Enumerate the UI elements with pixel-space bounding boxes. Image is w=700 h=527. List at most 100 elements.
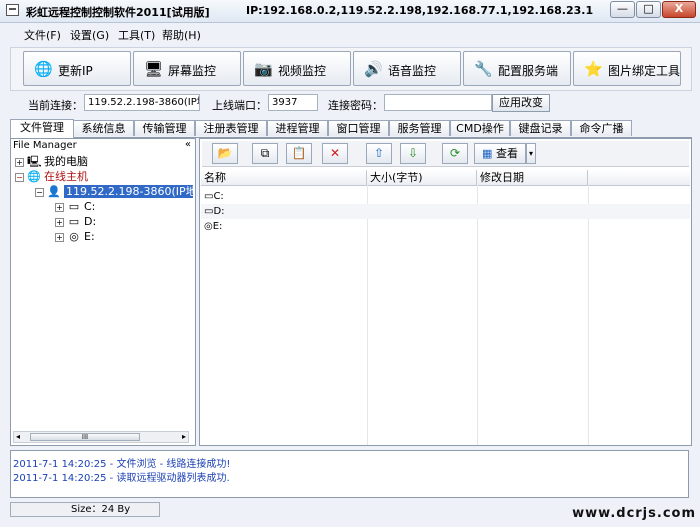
globe-icon: 🌐: [34, 60, 53, 78]
file-name: ▭D:: [204, 204, 225, 219]
video-monitor-button[interactable]: 📷 视频监控: [243, 51, 351, 86]
config-server-label: 配置服务端: [498, 64, 559, 78]
tree-host-label: 119.52.2.198-3860(IP地址: [64, 185, 193, 198]
tree-label: 在线主机: [44, 170, 88, 183]
file-row-d[interactable]: ▭D:: [201, 204, 690, 219]
file-toolbar: 📂 ⧉ 📋 ✕ ⇧ ⇩ ⟳ ▦ 查看 ▾: [202, 141, 689, 167]
screen-monitor-button[interactable]: 🖥 屏幕监控: [133, 51, 241, 86]
log-line: 2011-7-1 14:20:25 - 读取远程驱动器列表成功.: [13, 473, 230, 484]
status-size: Size：24 By: [10, 502, 160, 517]
file-row-e[interactable]: ◎E:: [201, 219, 690, 234]
apply-changes-button[interactable]: 应用改变: [492, 94, 550, 112]
tree-label: E:: [84, 230, 95, 243]
update-ip-label: 更新IP: [58, 64, 93, 78]
column-size[interactable]: 大小(字节): [367, 170, 477, 185]
main-toolbar: 🌐 更新IP 🖥 屏幕监控 📷 视频监控 🔊 语音监控 🔧 配置服务端 ⭐ 图片…: [10, 47, 692, 91]
copy-button[interactable]: ⧉: [252, 143, 278, 164]
column-name[interactable]: 名称: [201, 170, 367, 185]
upload-icon: ⇧: [373, 146, 385, 160]
tree-my-computer[interactable]: + 🖳 我的电脑: [15, 155, 88, 169]
minimize-button[interactable]: —: [610, 1, 635, 18]
view-label: 查看: [495, 147, 518, 160]
collapse-pane-icon[interactable]: «: [185, 139, 191, 150]
connection-password-field[interactable]: [384, 94, 492, 111]
current-connection-field[interactable]: 119.52.2.198-3860(IP地址: [84, 94, 200, 111]
tab-cmd[interactable]: CMD操作: [450, 120, 510, 136]
update-ip-button[interactable]: 🌐 更新IP: [23, 51, 131, 86]
tree-header: File Manager: [13, 140, 77, 151]
title-bar[interactable]: 彩虹远程控制控制软件2011[试用版] IP:192.168.0.2,119.5…: [0, 0, 700, 23]
menu-settings[interactable]: 设置(G): [70, 27, 109, 43]
file-name: ▭C:: [204, 189, 224, 204]
expand-icon[interactable]: +: [55, 202, 64, 212]
tab-keylogger[interactable]: 键盘记录: [510, 120, 571, 136]
image-bind-tool-button[interactable]: ⭐ 图片绑定工具: [573, 51, 681, 86]
scroll-right-icon[interactable]: ▸: [182, 432, 186, 442]
tools-icon: 🔧: [474, 60, 493, 78]
menu-tools[interactable]: 工具(T): [118, 27, 155, 43]
tab-system-info[interactable]: 系统信息: [73, 120, 134, 136]
image-tool-icon: ⭐: [584, 60, 603, 78]
tree-label: D:: [84, 215, 97, 228]
folder-up-button[interactable]: 📂: [212, 143, 238, 164]
paste-button[interactable]: 📋: [286, 143, 312, 164]
menu-help[interactable]: 帮助(H): [162, 27, 201, 43]
menu-file[interactable]: 文件(F): [24, 27, 61, 43]
tree-horizontal-scrollbar[interactable]: ◂ III ▸: [13, 431, 189, 443]
view-dropdown-button[interactable]: ▾: [526, 143, 536, 164]
tab-window-manager[interactable]: 窗口管理: [328, 120, 389, 136]
tab-process-manager[interactable]: 进程管理: [267, 120, 328, 136]
tab-service-manager[interactable]: 服务管理: [389, 120, 450, 136]
tree-drive-d[interactable]: + ▭ D:: [55, 215, 96, 229]
download-button[interactable]: ⇩: [400, 143, 426, 164]
column-modified[interactable]: 修改日期: [477, 170, 588, 185]
expand-icon[interactable]: +: [55, 217, 64, 227]
tree-drive-e[interactable]: + ◎ E:: [55, 230, 95, 244]
tree-drive-c[interactable]: + ▭ C:: [55, 200, 95, 214]
monitor-icon: 🖥: [144, 60, 164, 78]
scroll-left-icon[interactable]: ◂: [16, 432, 20, 442]
copy-icon: ⧉: [260, 146, 270, 160]
online-port-field[interactable]: 3937: [268, 94, 318, 111]
tab-registry-manager[interactable]: 注册表管理: [195, 120, 267, 136]
config-server-button[interactable]: 🔧 配置服务端: [463, 51, 571, 86]
log-line: 2011-7-1 14:20:25 - 文件浏览 - 线路连接成功!: [13, 459, 231, 470]
file-list-header: 名称 大小(字节) 修改日期: [201, 170, 690, 186]
close-button[interactable]: X: [662, 1, 696, 18]
voice-monitor-button[interactable]: 🔊 语音监控: [353, 51, 461, 86]
video-monitor-label: 视频监控: [278, 64, 327, 78]
tree-online-hosts[interactable]: − 🌐 在线主机: [15, 170, 88, 184]
view-button[interactable]: ▦ 查看: [474, 143, 526, 164]
upload-button[interactable]: ⇧: [366, 143, 392, 164]
tab-file-manager[interactable]: 文件管理: [10, 119, 74, 138]
tab-transfer-manager[interactable]: 传输管理: [134, 120, 195, 136]
expand-icon[interactable]: +: [15, 157, 24, 167]
connection-bar: 当前连接： 119.52.2.198-3860(IP地址 上线端口： 3937 …: [10, 93, 692, 115]
refresh-icon: ⟳: [449, 146, 461, 160]
scroll-thumb[interactable]: III: [30, 433, 140, 441]
tree-host[interactable]: −👤119.52.2.198-3860(IP地址: [35, 185, 193, 199]
paste-icon: 📋: [291, 146, 307, 160]
tree-label: C:: [84, 200, 96, 213]
window-title: 彩虹远程控制控制软件2011[试用版]: [26, 6, 210, 19]
network-globe-icon: 🌐: [27, 170, 41, 183]
log-panel: 2011-7-1 14:20:25 - 文件浏览 - 线路连接成功! 2011-…: [10, 450, 689, 498]
file-row-c[interactable]: ▭C:: [201, 189, 690, 204]
refresh-button[interactable]: ⟳: [442, 143, 468, 164]
file-name-text: D:: [213, 206, 225, 217]
collapse-icon[interactable]: −: [15, 172, 24, 182]
drive-icon: ▭: [68, 215, 80, 228]
delete-button[interactable]: ✕: [322, 143, 348, 164]
chevron-down-icon: ▾: [528, 149, 533, 158]
watermark: www.dcrjs.com: [572, 506, 696, 521]
cdrom-icon: ◎: [69, 230, 79, 243]
file-list-pane: 📂 ⧉ 📋 ✕ ⇧ ⇩ ⟳ ▦ 查看 ▾ 名称 大小(字节) 修改日期 ▭C: …: [199, 138, 692, 446]
expand-icon[interactable]: +: [55, 232, 64, 242]
maximize-button[interactable]: □: [636, 1, 661, 18]
collapse-icon[interactable]: −: [35, 187, 44, 197]
app-icon[interactable]: [6, 4, 19, 16]
cdrom-icon: ◎: [204, 221, 213, 232]
drive-icon: ▭: [68, 200, 80, 213]
computer-icon: 🖳: [27, 155, 42, 168]
tab-broadcast[interactable]: 命令广播: [571, 120, 632, 136]
